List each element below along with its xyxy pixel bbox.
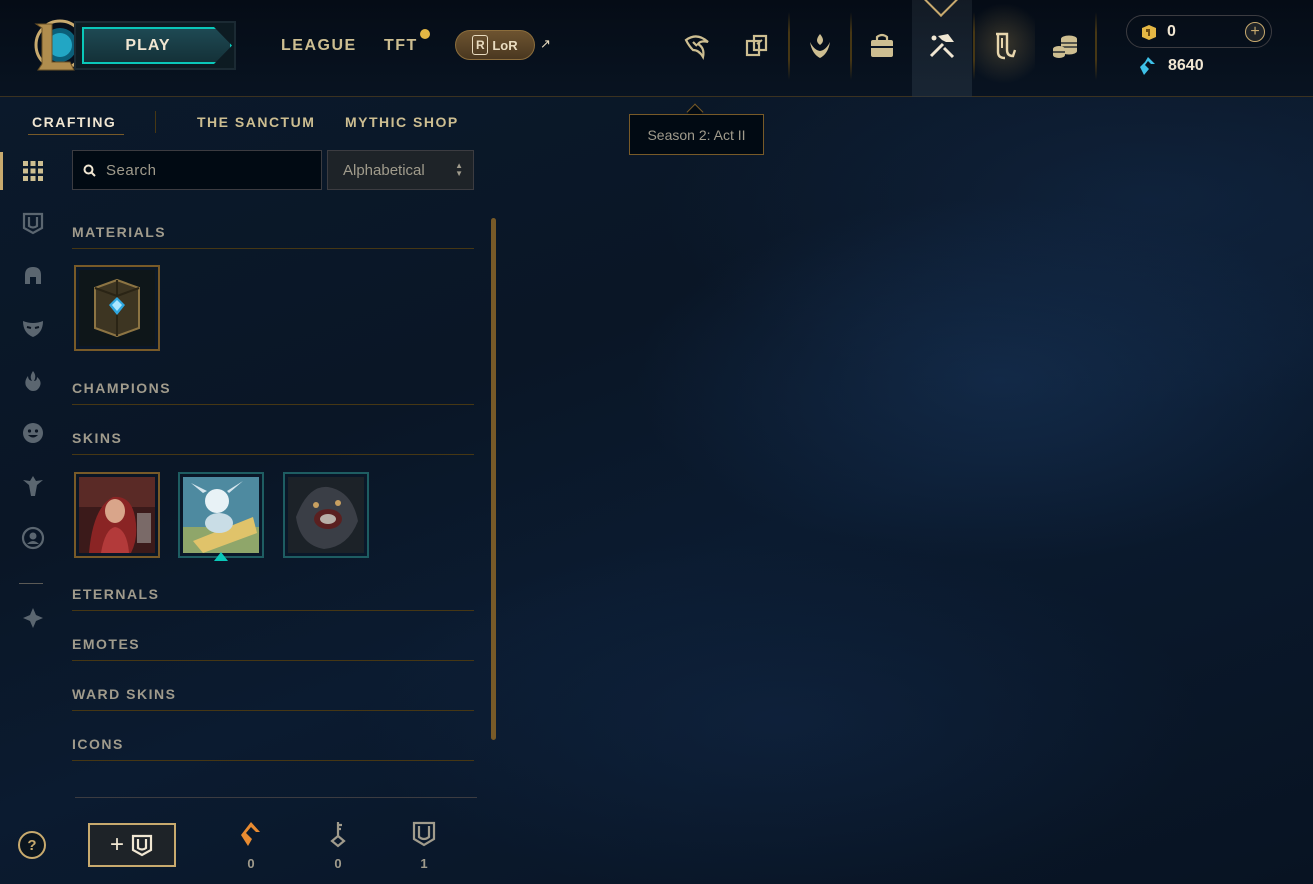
coins-icon[interactable]: [1045, 26, 1085, 66]
nav-separator: [788, 12, 790, 80]
search-icon: [83, 164, 96, 177]
blue-essence-icon: [1140, 57, 1155, 75]
filter-skins-mask-icon[interactable]: [18, 313, 48, 343]
hextech-chest-icon: [79, 270, 155, 346]
chest-shield-icon: [131, 834, 153, 857]
category-eternals[interactable]: ETERNALS: [72, 586, 474, 611]
search-field[interactable]: [72, 150, 322, 190]
skin-shard-tile-2[interactable]: [178, 472, 264, 558]
lor-label: LoR: [492, 37, 518, 53]
category-materials[interactable]: MATERIALS: [72, 224, 474, 249]
help-button[interactable]: ?: [18, 831, 46, 859]
sort-dropdown[interactable]: Alphabetical ▲ ▼: [327, 150, 474, 190]
filter-all-grid-icon[interactable]: [18, 156, 48, 186]
tab-active-underline: [28, 134, 124, 135]
loot-hammer-icon[interactable]: [922, 26, 962, 66]
skin-art-dark-monster: [288, 477, 364, 553]
add-chest-button[interactable]: +: [88, 823, 176, 867]
category-champions[interactable]: CHAMPIONS: [72, 380, 474, 405]
filter-eternals-flame-icon[interactable]: [18, 366, 48, 396]
buy-rp-button[interactable]: +: [1245, 22, 1265, 42]
filter-icons-profile-icon[interactable]: [18, 523, 48, 553]
skin-shard-tile-3[interactable]: [283, 472, 369, 558]
plus-icon: +: [109, 831, 124, 858]
nav-league[interactable]: LEAGUE: [281, 37, 357, 55]
chest-count: 1: [420, 856, 428, 871]
footer-divider: [75, 797, 477, 798]
skin-shard-tile-1[interactable]: [74, 472, 160, 558]
external-link-icon: ↗: [540, 36, 551, 51]
filter-other-arrow-icon[interactable]: [18, 603, 48, 633]
lor-button[interactable]: R LoR: [455, 30, 535, 60]
store-bag-icon[interactable]: [862, 26, 902, 66]
sort-chevrons-icon: ▲ ▼: [455, 161, 463, 178]
key-count: 0: [334, 856, 342, 871]
ranked-icon[interactable]: [800, 26, 840, 66]
chest-ticket-icon[interactable]: [985, 26, 1025, 66]
tab-mythic-shop[interactable]: MYTHIC SHOP: [345, 114, 459, 130]
filter-wards-totem-icon[interactable]: [18, 471, 48, 501]
top-navigation-bar: PLAY LEAGUE TFT R LoR ↗ 0 + 8640: [0, 0, 1313, 97]
loot-list-scrollbar[interactable]: [491, 218, 496, 740]
sidebar-divider: [19, 583, 43, 584]
play-button-label[interactable]: PLAY: [82, 27, 232, 64]
filter-chests-icon[interactable]: [18, 208, 48, 238]
riot-points-icon: [1142, 25, 1156, 40]
subnav-separator: [155, 111, 156, 133]
tft-notification-dot: [420, 29, 430, 39]
nav-separator: [850, 12, 852, 80]
season-tooltip: Season 2: Act II: [629, 114, 764, 155]
rp-value: 0: [1167, 23, 1176, 40]
orange-essence-icon: [241, 822, 260, 846]
tab-crafting[interactable]: CRAFTING: [32, 114, 116, 130]
category-icons[interactable]: ICONS: [72, 736, 474, 761]
sort-selected-value: Alphabetical: [343, 161, 425, 179]
search-input[interactable]: [106, 161, 306, 179]
tft-hub-icon[interactable]: [677, 26, 717, 66]
rp-balance: 0 +: [1126, 15, 1272, 48]
side-active-indicator: [0, 152, 3, 190]
collection-cards-icon[interactable]: [737, 26, 777, 66]
nav-tft[interactable]: TFT: [384, 37, 418, 55]
category-emotes[interactable]: EMOTES: [72, 636, 474, 661]
owned-indicator-icon: [214, 552, 228, 561]
play-button[interactable]: PLAY: [74, 21, 236, 70]
tab-the-sanctum[interactable]: THE SANCTUM: [197, 114, 315, 130]
skin-art-yordle-champion: [183, 477, 259, 553]
material-chest-tile[interactable]: [74, 265, 160, 351]
skin-art-red-haired-champion: [79, 477, 155, 553]
lor-r-icon: R: [472, 35, 489, 55]
category-skins[interactable]: SKINS: [72, 430, 474, 455]
key-icon: [330, 822, 346, 848]
chest-count-icon: [412, 821, 436, 847]
blue-essence-value: 8640: [1168, 57, 1204, 74]
nav-separator: [973, 12, 975, 80]
category-ward-skins[interactable]: WARD SKINS: [72, 686, 474, 711]
orange-essence-count: 0: [247, 856, 255, 871]
nav-separator: [1095, 12, 1097, 80]
filter-champions-helmet-icon[interactable]: [18, 261, 48, 291]
filter-emotes-smiley-icon[interactable]: [18, 418, 48, 448]
